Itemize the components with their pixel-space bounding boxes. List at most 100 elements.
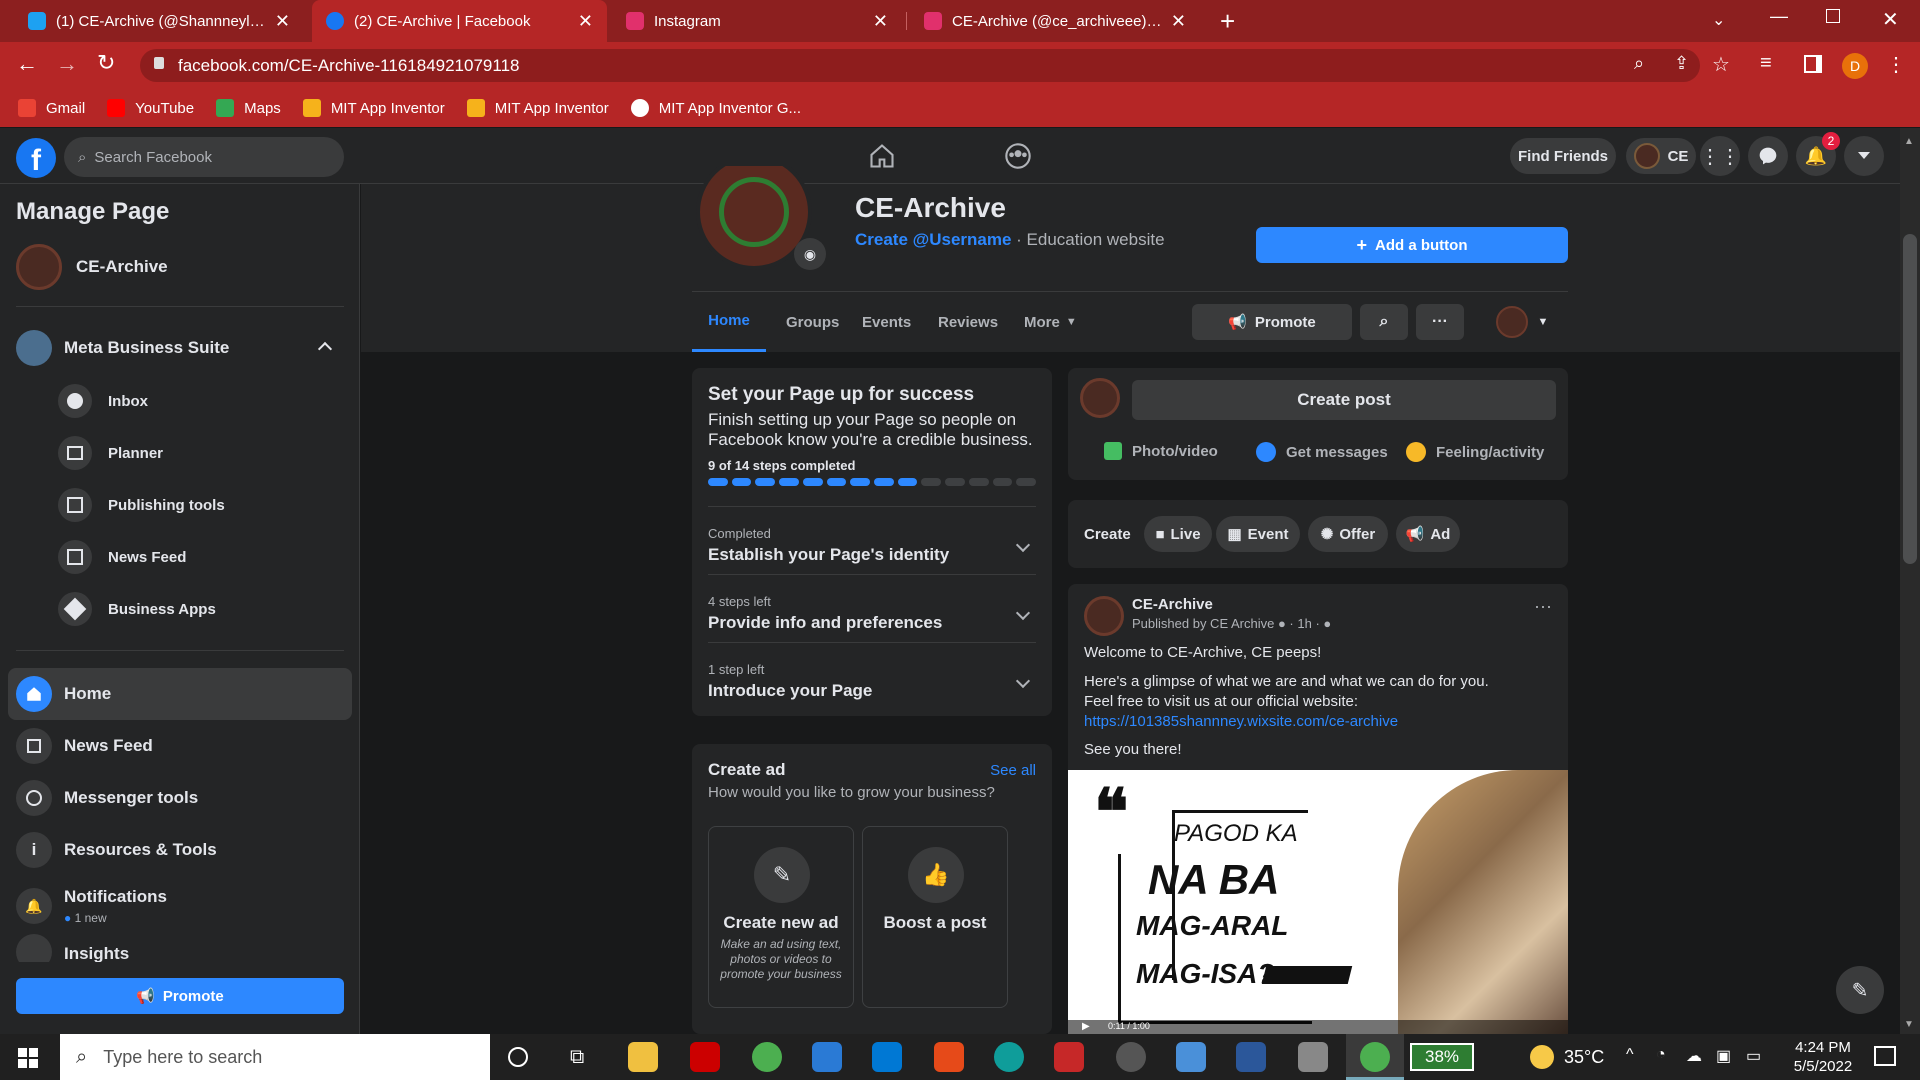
edge-icon[interactable]: [994, 1042, 1024, 1072]
search-box[interactable]: ⌕ Search Facebook: [64, 137, 344, 177]
see-all-link[interactable]: See all: [990, 762, 1036, 779]
create-post-button[interactable]: Create post: [1132, 380, 1556, 420]
home-nav-icon[interactable]: [868, 142, 896, 170]
sidebar-sub-publishing-tools[interactable]: Publishing tools: [58, 488, 225, 522]
groups-nav-icon[interactable]: [1004, 142, 1032, 170]
back-icon[interactable]: ←: [16, 51, 38, 77]
sidebar-sub-news-feed[interactable]: News Feed: [58, 540, 186, 574]
sidebar-sub-planner[interactable]: Planner: [58, 436, 163, 470]
create-live-button[interactable]: ■ Live: [1144, 516, 1212, 552]
battery-tray-icon[interactable]: ▭: [1746, 1046, 1761, 1066]
file-explorer-icon[interactable]: [628, 1042, 658, 1072]
sidebar-item-messenger-tools[interactable]: Messenger tools: [8, 772, 352, 824]
taskbar-search[interactable]: ⌕ Type here to search: [60, 1034, 490, 1080]
battery-indicator[interactable]: 38%: [1410, 1043, 1474, 1071]
taskbar-search-input[interactable]: Type here to search: [103, 1047, 262, 1068]
setup-step[interactable]: Completed Establish your Page's identity: [708, 526, 1036, 565]
chevron-up-icon[interactable]: ^: [1626, 1046, 1634, 1064]
chrome-icon[interactable]: [752, 1042, 782, 1072]
sidepanel-icon[interactable]: [1804, 55, 1822, 73]
profile-avatar[interactable]: D: [1842, 53, 1868, 79]
temperature[interactable]: 35°C: [1564, 1047, 1604, 1068]
tab-groups[interactable]: Groups: [776, 292, 849, 352]
word-icon[interactable]: [1236, 1042, 1266, 1072]
sidebar-item-news-feed[interactable]: News Feed: [8, 720, 352, 772]
page-promote-button[interactable]: 📢 Promote: [1192, 304, 1352, 340]
bookmark-mit-2[interactable]: MIT App Inventor: [466, 99, 609, 117]
network-icon[interactable]: ▣: [1716, 1046, 1731, 1066]
post-video[interactable]: ❝ PAGOD KA NA BA MAG-ARAL MAG-ISA? ▶ 0:1…: [1068, 770, 1568, 1034]
post-link[interactable]: https://101385shannney.wixsite.com/ce-ar…: [1084, 713, 1398, 730]
tab-events[interactable]: Events: [852, 292, 921, 352]
windows-start-icon[interactable]: [18, 1048, 38, 1068]
media-player-icon[interactable]: [1116, 1042, 1146, 1072]
bookmark-mit-3[interactable]: MIT App Inventor G...: [630, 99, 801, 117]
tab-search-icon[interactable]: ⌄: [1712, 10, 1725, 30]
new-tab-icon[interactable]: +: [1220, 6, 1235, 37]
cortana-icon[interactable]: [508, 1047, 528, 1067]
close-icon[interactable]: ✕: [578, 11, 593, 32]
scrollbar[interactable]: ▲ ▼: [1900, 128, 1920, 1034]
sidebar-item-resources-tools[interactable]: i Resources & Tools: [8, 824, 352, 876]
tab-reviews[interactable]: Reviews: [928, 292, 1008, 352]
bookmark-star-icon[interactable]: ☆: [1712, 52, 1730, 77]
get-messages-button[interactable]: Get messages: [1256, 442, 1388, 462]
setup-step[interactable]: 4 steps left Provide info and preference…: [708, 594, 1036, 633]
page-switcher[interactable]: CE-Archive: [16, 244, 168, 290]
play-icon[interactable]: ▶: [1082, 1021, 1090, 1032]
camera-icon[interactable]: ◉: [794, 238, 826, 270]
onedrive-icon[interactable]: ☁: [1686, 1046, 1702, 1066]
wifi-icon[interactable]: ◔: [1656, 1046, 1666, 1064]
bookmark-maps[interactable]: Maps: [216, 99, 281, 117]
close-icon[interactable]: ✕: [1171, 11, 1186, 32]
mail-icon[interactable]: [812, 1042, 842, 1072]
media-icon[interactable]: ≡: [1760, 52, 1772, 75]
acrobat-icon[interactable]: [690, 1042, 720, 1072]
close-icon[interactable]: ✕: [275, 11, 290, 32]
close-window-icon[interactable]: ✕: [1882, 7, 1899, 32]
weather-sun-icon[interactable]: [1530, 1045, 1554, 1069]
store-icon[interactable]: [872, 1042, 902, 1072]
menu-kebab-icon[interactable]: ⋮: [1886, 52, 1906, 77]
facebook-logo-icon[interactable]: f: [16, 138, 56, 178]
sidebar-item-home[interactable]: Home: [8, 668, 352, 720]
sidebar-item-notifications[interactable]: 🔔 Notifications ● 1 new: [8, 876, 352, 936]
create-event-button[interactable]: ▦ Event: [1216, 516, 1300, 552]
bookmark-mit-1[interactable]: MIT App Inventor: [302, 99, 445, 117]
clock[interactable]: 4:24 PM 5/5/2022: [1778, 1038, 1868, 1076]
close-icon[interactable]: ✕: [873, 11, 888, 32]
mcafee-icon[interactable]: [1054, 1042, 1084, 1072]
task-view-icon[interactable]: ⧉: [570, 1046, 584, 1069]
zoom-icon[interactable]: ⌕: [1634, 53, 1644, 74]
sidebar-sub-inbox[interactable]: Inbox: [58, 384, 148, 418]
page-search-button[interactable]: ⌕: [1360, 304, 1408, 340]
new-message-icon[interactable]: ✎: [1836, 966, 1884, 1014]
chrome-active-taskbar[interactable]: [1346, 1034, 1404, 1080]
chevron-up-icon[interactable]: [317, 341, 333, 357]
search-input[interactable]: Search Facebook: [94, 149, 212, 166]
share-icon[interactable]: ⇪: [1674, 53, 1689, 74]
video-controls[interactable]: ▶ 0:11 / 1:00: [1068, 1020, 1568, 1034]
create-new-ad-option[interactable]: ✎ Create new ad Make an ad using text, p…: [708, 826, 854, 1008]
tab-facebook[interactable]: (2) CE-Archive | Facebook ✕: [312, 0, 607, 42]
reload-icon[interactable]: ↻: [97, 50, 115, 76]
page-more-button[interactable]: ···: [1416, 304, 1464, 340]
boost-post-option[interactable]: 👍 Boost a post: [862, 826, 1008, 1008]
scrollbar-thumb[interactable]: [1903, 234, 1917, 564]
account-menu-icon[interactable]: [1844, 136, 1884, 176]
profile-shortcut[interactable]: CE: [1626, 138, 1696, 174]
sidebar-item-meta-business-suite[interactable]: Meta Business Suite: [8, 322, 352, 374]
post-author[interactable]: CE-Archive: [1132, 596, 1213, 613]
add-a-button[interactable]: + Add a button: [1256, 227, 1568, 263]
tab-instagram-ce[interactable]: CE-Archive (@ce_archiveee) • Insta ✕: [910, 0, 1200, 42]
scroll-up-icon[interactable]: ▲: [1904, 136, 1914, 147]
paint-icon[interactable]: [1298, 1042, 1328, 1072]
messenger-icon[interactable]: [1748, 136, 1788, 176]
create-username-link[interactable]: Create @Username: [855, 230, 1011, 249]
photo-video-button[interactable]: Photo/video: [1104, 442, 1218, 460]
sidebar-item-insights[interactable]: Insights: [8, 934, 352, 962]
tab-more[interactable]: More ▼: [1014, 292, 1087, 352]
forward-icon[interactable]: →: [56, 51, 78, 77]
photos-icon[interactable]: [1176, 1042, 1206, 1072]
find-friends-button[interactable]: Find Friends: [1510, 138, 1616, 174]
